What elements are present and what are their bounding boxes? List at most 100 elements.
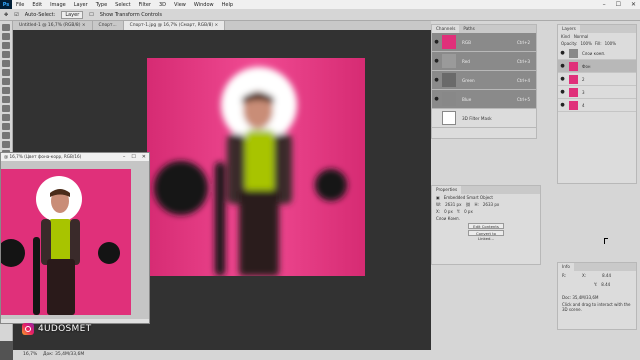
close-button[interactable]: ✕ xyxy=(631,1,636,8)
stamp-tool-icon[interactable] xyxy=(2,96,10,103)
visibility-eye-icon[interactable]: ● xyxy=(432,96,441,102)
height-label: H: xyxy=(474,202,479,207)
status-bar: 16,7% Док: 35,4M/33,6M xyxy=(13,350,431,360)
photoshop-logo[interactable]: Ps xyxy=(0,0,12,9)
visibility-eye-icon[interactable]: ● xyxy=(432,77,441,83)
tab-layers[interactable]: Layers xyxy=(558,25,580,33)
layer-row[interactable]: ● 3 xyxy=(558,86,636,99)
visibility-eye-icon[interactable]: ● xyxy=(432,39,441,45)
maximize-button[interactable]: ☐ xyxy=(616,1,621,8)
float-maximize-button[interactable]: ☐ xyxy=(131,153,135,161)
float-minimize-button[interactable]: – xyxy=(123,153,126,161)
opacity-field[interactable]: 100% xyxy=(580,41,591,46)
layer-row[interactable]: ● Фон xyxy=(558,60,636,73)
doc-tab-sport[interactable]: Спорт... xyxy=(93,21,124,30)
tab-info[interactable]: Info xyxy=(558,263,574,271)
crop-tool-icon[interactable] xyxy=(2,60,10,67)
convert-to-linked-button[interactable]: Convert to Linked... xyxy=(468,230,504,241)
mouse-cursor-icon xyxy=(604,238,608,244)
show-transform-checkbox[interactable]: ☐ xyxy=(89,12,93,18)
floating-window-title[interactable]: @ 16,7% (Цвет фона-корр, RGB/16) – ☐ ✕ xyxy=(1,153,149,161)
visibility-eye-icon[interactable]: ● xyxy=(558,102,567,108)
layer-name: 2 xyxy=(582,76,585,82)
menu-layer[interactable]: Layer xyxy=(70,2,92,8)
layer-comp-label: Слои Комп. xyxy=(436,216,460,221)
channels-panel-tabs: Channels Paths xyxy=(432,25,536,33)
menu-select[interactable]: Select xyxy=(111,2,134,8)
y-coord-label: Y: xyxy=(594,282,598,287)
brush-tool-icon[interactable] xyxy=(2,87,10,94)
show-transform-label: Show Transform Controls xyxy=(99,11,162,18)
layer-filter-kind[interactable]: Kind xyxy=(561,34,570,39)
fill-field[interactable]: 100% xyxy=(605,41,616,46)
menu-image[interactable]: Image xyxy=(46,2,70,8)
width-field[interactable]: 2631 px xyxy=(445,202,461,207)
fill-label: Fill: xyxy=(594,41,602,46)
move-tool-icon[interactable]: ✥ xyxy=(4,12,8,18)
layer-thumbnail xyxy=(569,61,578,71)
tab-paths[interactable]: Paths xyxy=(459,25,478,33)
history-brush-icon[interactable] xyxy=(2,105,10,112)
menu-view[interactable]: View xyxy=(170,2,190,8)
channel-row-rgb[interactable]: ● RGB Ctrl+2 xyxy=(432,33,536,52)
opacity-label: Opacity: xyxy=(561,41,578,46)
doc-tab-untitled[interactable]: Untitled-1 @ 16,7% (RGB/8) × xyxy=(13,21,93,30)
edit-contents-button[interactable]: Edit Contents xyxy=(468,223,504,229)
height-field[interactable]: 2633 px xyxy=(483,202,499,207)
right-black-circle xyxy=(315,169,347,201)
doc-info: Док: 35,4M/33,6M xyxy=(43,352,85,357)
channel-thumbnail xyxy=(442,92,456,106)
layer-thumbnail xyxy=(569,48,578,58)
floating-canvas[interactable] xyxy=(0,161,149,321)
x-field[interactable]: 0 px xyxy=(444,209,453,214)
auto-select-dropdown[interactable]: Layer xyxy=(61,10,84,19)
menu-window[interactable]: Window xyxy=(190,2,218,8)
visibility-eye-icon[interactable]: ● xyxy=(558,89,567,95)
blend-mode-select[interactable]: Normal xyxy=(574,34,588,39)
info-doc-size: Doc: 35,4M/33,6M xyxy=(562,295,599,300)
menu-type[interactable]: Type xyxy=(92,2,111,8)
layer-row[interactable]: ● Слои комп. xyxy=(558,47,636,60)
visibility-eye-icon[interactable]: ● xyxy=(558,50,567,56)
tab-channels[interactable]: Channels xyxy=(432,25,460,33)
zoom-level[interactable]: 16,7% xyxy=(23,352,37,357)
channel-row-green[interactable]: ● Green Ctrl+4 xyxy=(432,71,536,90)
link-icon[interactable]: ⛓ xyxy=(465,202,470,207)
lasso-tool-icon[interactable] xyxy=(2,42,10,49)
layer-row[interactable]: ● 2 xyxy=(558,73,636,86)
layer-row[interactable]: ● 4 xyxy=(558,99,636,112)
y-field[interactable]: 0 px xyxy=(464,209,473,214)
blur-tool-icon[interactable] xyxy=(2,132,10,139)
healing-tool-icon[interactable] xyxy=(2,78,10,85)
channel-row-blue[interactable]: ● Blue Ctrl+5 xyxy=(432,90,536,109)
menu-3d[interactable]: 3D xyxy=(155,2,170,8)
channel-name: RGB xyxy=(462,39,472,45)
channel-thumbnail xyxy=(442,54,456,68)
floating-document-window[interactable]: @ 16,7% (Цвет фона-корр, RGB/16) – ☐ ✕ xyxy=(0,152,150,324)
dodge-tool-icon[interactable] xyxy=(2,141,10,148)
visibility-eye-icon[interactable]: ● xyxy=(432,58,441,64)
tab-properties[interactable]: Properties xyxy=(432,186,462,194)
quick-select-tool-icon[interactable] xyxy=(2,51,10,58)
channels-panel: Channels Paths ● RGB Ctrl+2 ● Red Ctrl+3… xyxy=(431,24,537,139)
float-close-button[interactable]: ✕ xyxy=(142,153,146,161)
menu-filter[interactable]: Filter xyxy=(135,2,155,8)
marquee-tool-icon[interactable] xyxy=(2,33,10,40)
instagram-icon xyxy=(22,323,34,335)
menu-edit[interactable]: Edit xyxy=(28,2,46,8)
doc-tab-active[interactable]: Спорт-1.jpg @ 16,7% (Смарт, RGB/8) × xyxy=(123,21,226,30)
gradient-tool-icon[interactable] xyxy=(2,123,10,130)
eyedropper-tool-icon[interactable] xyxy=(2,69,10,76)
eraser-tool-icon[interactable] xyxy=(2,114,10,121)
auto-select-checkbox[interactable]: ☑ xyxy=(14,12,18,18)
channel-row-filter-mask[interactable]: 3D Filter Mask xyxy=(432,109,536,128)
channel-row-red[interactable]: ● Red Ctrl+3 xyxy=(432,52,536,71)
minimize-button[interactable]: – xyxy=(603,1,606,8)
document-canvas[interactable] xyxy=(147,58,365,276)
visibility-eye-icon[interactable]: ● xyxy=(558,76,567,82)
visibility-eye-icon[interactable]: ● xyxy=(558,63,567,69)
info-hint: Click and drag to interact with the 3D s… xyxy=(562,302,631,312)
menu-help[interactable]: Help xyxy=(218,2,237,8)
menu-file[interactable]: File xyxy=(12,2,28,8)
move-tool-icon[interactable] xyxy=(2,24,10,31)
